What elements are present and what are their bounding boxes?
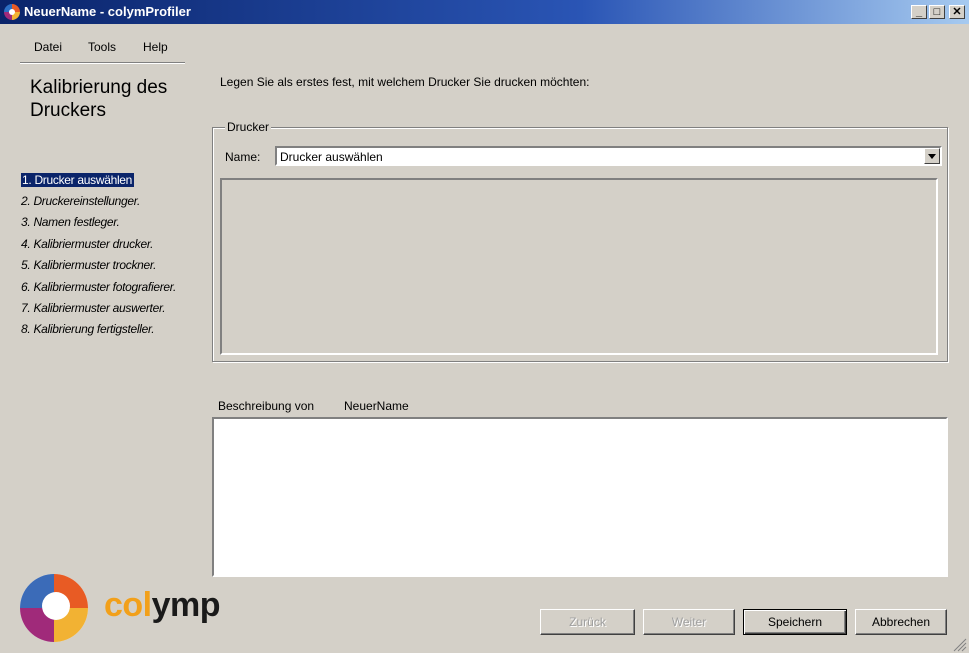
description-label: Beschreibung von <box>218 399 315 413</box>
maximize-button[interactable]: □ <box>929 5 945 19</box>
menu-tools[interactable]: Tools <box>88 40 116 54</box>
cancel-button[interactable]: Abbrechen <box>855 609 947 635</box>
logo-text-part2: ymp <box>151 586 221 624</box>
next-button[interactable]: Weiter <box>643 609 735 635</box>
step-5-dry-pattern[interactable]: 5. Kalibriermuster trockner. <box>21 258 157 272</box>
minimize-button[interactable]: _ <box>911 5 927 19</box>
step-7-evaluate-pattern[interactable]: 7. Kalibriermuster auswerter. <box>21 301 166 315</box>
logo-text-part1: col <box>104 586 152 624</box>
step-1-select-printer[interactable]: 1. Drucker auswählen <box>21 173 135 187</box>
step-2-printer-settings[interactable]: 2. Druckereinstellunger. <box>21 194 140 208</box>
save-button[interactable]: Speichern <box>743 609 847 635</box>
step-6-photograph-pattern[interactable]: 6. Kalibriermuster fotografierer. <box>21 280 176 294</box>
app-icon[interactable] <box>4 4 20 20</box>
instruction-text: Legen Sie als erstes fest, mit welchem D… <box>220 75 590 89</box>
printer-select-value: Drucker auswählen <box>280 150 383 164</box>
step-4-print-pattern[interactable]: 4. Kalibriermuster drucker. <box>21 237 153 251</box>
title-bar[interactable]: NeuerName - colymProfiler _ □ ✕ <box>0 0 969 24</box>
close-button[interactable]: ✕ <box>949 5 965 19</box>
colymp-logo-text: colymp <box>104 586 221 625</box>
step-8-finish-calibration[interactable]: 8. Kalibrierung fertigsteller. <box>21 322 155 336</box>
printer-info-panel <box>220 178 938 355</box>
menu-help[interactable]: Help <box>143 40 168 54</box>
description-textarea[interactable] <box>212 417 948 577</box>
colymp-logo-icon <box>20 574 88 642</box>
menu-datei[interactable]: Datei <box>34 40 62 54</box>
menu-separator <box>20 62 185 64</box>
menu-bar: Datei Tools Help <box>0 38 200 60</box>
printer-groupbox: Drucker Name: Drucker auswählen <box>212 120 948 362</box>
printer-name-label: Name: <box>225 150 261 164</box>
chevron-down-icon[interactable] <box>924 148 940 164</box>
step-3-set-name[interactable]: 3. Namen festleger. <box>21 215 120 229</box>
description-profile-name: NeuerName <box>344 399 409 413</box>
back-button[interactable]: Zurück <box>540 609 635 635</box>
printer-group-legend: Drucker <box>225 120 272 134</box>
page-title: Kalibrierung des Druckers <box>30 77 168 121</box>
window-title: NeuerName - colymProfiler <box>24 4 191 19</box>
resize-grip-icon[interactable] <box>951 636 967 652</box>
printer-select[interactable]: Drucker auswählen <box>275 146 942 166</box>
